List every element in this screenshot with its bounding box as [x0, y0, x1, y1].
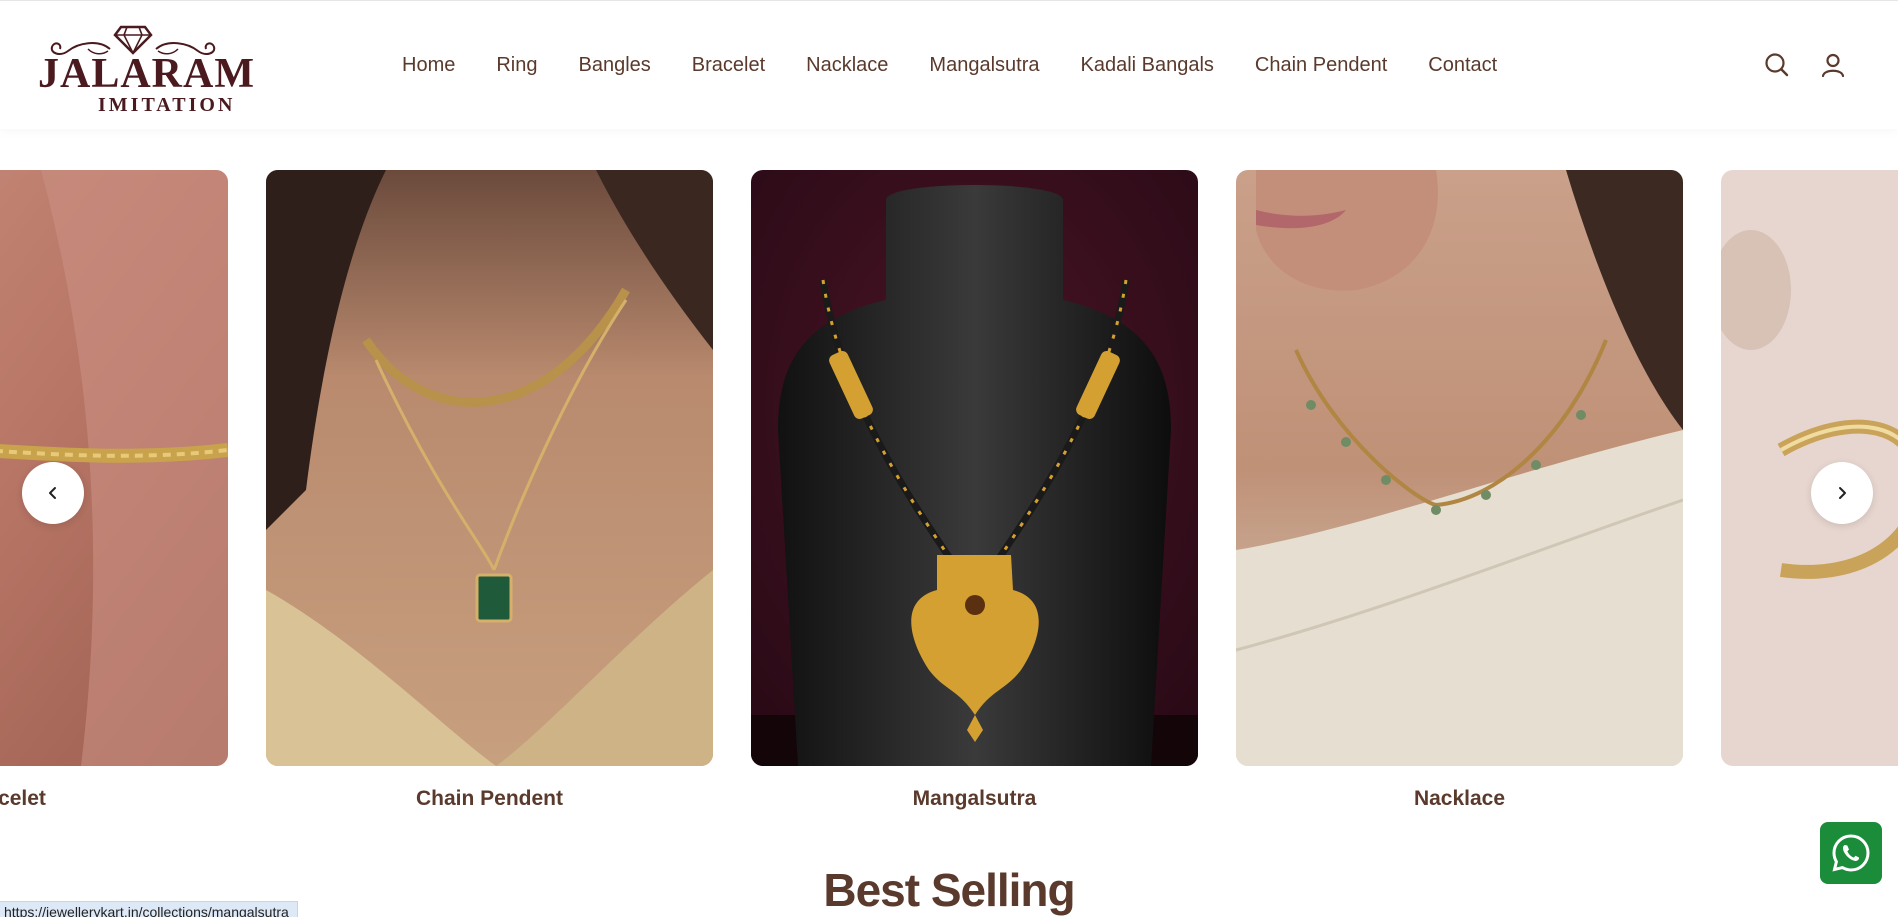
mangalsutra-image[interactable]	[751, 170, 1198, 766]
nav-bangles[interactable]: Bangles	[579, 54, 651, 77]
nav-chain-pendent[interactable]: Chain Pendent	[1255, 54, 1387, 77]
brand-tagline: IMITATION	[98, 94, 236, 116]
nav-ring[interactable]: Ring	[496, 54, 537, 77]
status-bar-url: https://jewellerykart.in/collections/man…	[0, 901, 298, 917]
collection-card-chain-pendent[interactable]: Chain Pendent	[266, 170, 713, 820]
whatsapp-icon	[1832, 834, 1870, 872]
collection-card-mangalsutra[interactable]: Mangalsutra	[751, 170, 1198, 820]
nav-mangalsutra[interactable]: Mangalsutra	[929, 54, 1039, 77]
brand-name: JALARAM	[38, 51, 255, 97]
collection-label[interactable]: Chain Pendent	[266, 786, 713, 812]
account-icon[interactable]	[1819, 51, 1847, 79]
carousel-next-button[interactable]	[1811, 462, 1873, 524]
nav-contact[interactable]: Contact	[1428, 54, 1497, 77]
nav-bracelet[interactable]: Bracelet	[692, 54, 765, 77]
nav-kadali-bangals[interactable]: Kadali Bangals	[1080, 54, 1213, 77]
search-icon[interactable]	[1763, 51, 1791, 79]
collection-card-nacklace[interactable]: Nacklace	[1236, 170, 1683, 820]
collection-carousel: Bracelet Ch	[0, 170, 1898, 820]
nav-nacklace[interactable]: Nacklace	[806, 54, 888, 77]
nacklace-image[interactable]	[1236, 170, 1683, 766]
chevron-right-icon	[1839, 487, 1846, 499]
whatsapp-button[interactable]	[1820, 822, 1882, 884]
chain-pendent-image[interactable]	[266, 170, 713, 766]
collection-label[interactable]: Bracelet	[0, 786, 228, 812]
nav-home[interactable]: Home	[402, 54, 455, 77]
collection-label[interactable]: Mangalsutra	[751, 786, 1198, 812]
carousel-prev-button[interactable]	[22, 462, 84, 524]
main-nav: Home Ring Bangles Bracelet Nacklace Mang…	[402, 51, 1497, 79]
collection-label[interactable]: Nacklace	[1236, 786, 1683, 812]
site-header: JALARAM IMITATION Home Ring Bangles Brac…	[0, 0, 1898, 129]
bangles-image[interactable]	[1721, 170, 1898, 766]
chevron-left-icon	[49, 487, 56, 499]
brand-logo[interactable]: JALARAM IMITATION	[38, 21, 255, 117]
